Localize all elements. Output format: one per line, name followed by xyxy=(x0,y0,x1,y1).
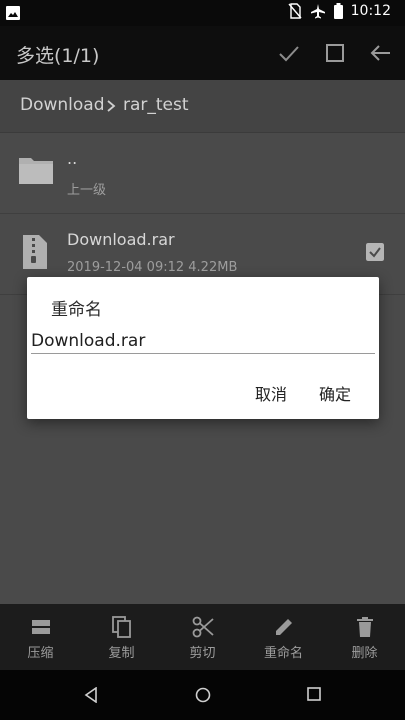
cancel-button[interactable]: 取消 xyxy=(255,381,287,405)
copy-label: 复制 xyxy=(108,646,135,661)
list-item-subtitle: 2019-12-04 09:12 4.22MB xyxy=(67,260,238,275)
list-item-parent[interactable]: .. 上一级 xyxy=(0,133,405,214)
cut-label: 剪切 xyxy=(189,646,216,661)
edit-icon xyxy=(275,619,292,635)
delete-icon xyxy=(356,617,373,637)
rename-label: 重命名 xyxy=(263,646,303,661)
status-bar: 10:12 xyxy=(0,0,405,26)
clock: 10:12 xyxy=(350,3,391,19)
bottom-toolbar: 压缩 复制 剪切 重命名 删除 xyxy=(0,604,405,670)
system-nav-bar xyxy=(0,670,405,720)
list-item-name: .. xyxy=(67,149,78,168)
confirm-check-icon[interactable] xyxy=(276,40,302,66)
delete-label: 删除 xyxy=(351,646,378,661)
app-bar: 多选(1/1) xyxy=(0,26,405,80)
rename-button[interactable]: 重命名 xyxy=(243,604,324,670)
checkbox-checked-icon[interactable] xyxy=(366,243,384,261)
cut-icon xyxy=(192,616,214,638)
nav-home-icon[interactable] xyxy=(195,687,211,703)
compress-icon xyxy=(31,620,50,634)
copy-button[interactable]: 复制 xyxy=(81,604,162,670)
copy-icon xyxy=(111,616,131,638)
nav-recents-icon[interactable] xyxy=(307,687,321,701)
breadcrumb: Download rar_test xyxy=(0,80,405,133)
filename-input[interactable] xyxy=(31,329,375,354)
dialog-title: 重命名 xyxy=(51,300,102,320)
compress-label: 压缩 xyxy=(27,646,54,661)
delete-button[interactable]: 删除 xyxy=(324,604,405,670)
image-notification-icon xyxy=(6,6,20,20)
page-title: 多选(1/1) xyxy=(16,45,100,67)
battery-icon xyxy=(333,3,343,19)
compress-button[interactable]: 压缩 xyxy=(0,604,81,670)
breadcrumb-item-download[interactable]: Download xyxy=(20,95,105,115)
list-item-name: Download.rar xyxy=(67,230,175,249)
ok-button[interactable]: 确定 xyxy=(319,381,351,405)
select-all-icon[interactable] xyxy=(322,40,348,66)
chevron-right-icon xyxy=(107,100,116,112)
airplane-mode-icon xyxy=(310,4,325,19)
nav-back-icon[interactable] xyxy=(84,687,98,703)
no-sim-icon xyxy=(288,3,302,19)
rename-dialog: 重命名 取消 确定 xyxy=(27,277,379,419)
folder-icon xyxy=(19,158,53,184)
archive-file-icon xyxy=(23,235,47,269)
list-item-subtitle: 上一级 xyxy=(67,183,107,198)
breadcrumb-item-rar-test[interactable]: rar_test xyxy=(123,95,189,115)
file-list: .. 上一级 Download.rar 2019-12-04 09:12 4.2… xyxy=(0,133,405,295)
back-arrow-icon[interactable] xyxy=(368,40,394,66)
cut-button[interactable]: 剪切 xyxy=(162,604,243,670)
